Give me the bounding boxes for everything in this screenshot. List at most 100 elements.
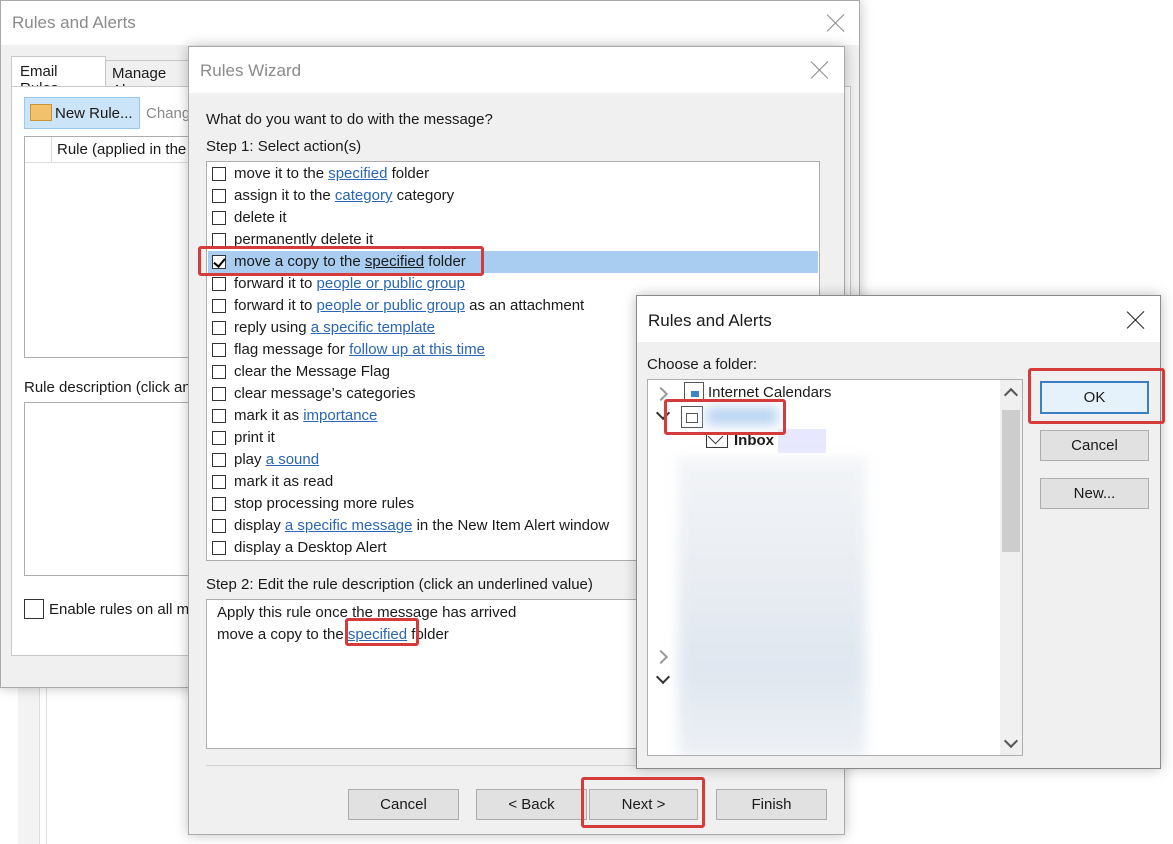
action-checkbox[interactable] [212, 233, 226, 247]
tab-manage-alerts[interactable]: Manage Ale [105, 60, 195, 99]
close-icon[interactable] [826, 13, 846, 33]
action-checkbox[interactable] [212, 541, 226, 555]
action-link[interactable]: specified [365, 253, 424, 270]
action-label: clear the Message Flag [234, 363, 390, 380]
action-checkbox[interactable] [212, 211, 226, 225]
specified-folder-link[interactable]: specified [348, 626, 407, 643]
action-checkbox[interactable] [212, 299, 226, 313]
action-label: stop processing more rules [234, 495, 415, 512]
new-rule-label: New Rule... [55, 105, 133, 122]
action-row[interactable]: assign it to the category category [208, 185, 818, 207]
folder-dialog-title: Rules and Alerts [648, 311, 772, 330]
action-link[interactable]: a specific message [285, 517, 413, 534]
action-link[interactable]: follow up at this time [349, 341, 485, 358]
scroll-thumb[interactable] [1002, 410, 1020, 552]
action-label: assign it to the category category [234, 187, 455, 204]
action-row[interactable]: move it to the specified folder [208, 163, 818, 185]
tree-expand-icon[interactable] [653, 649, 669, 665]
background-page-edge [18, 688, 40, 844]
rule-description-box [24, 402, 194, 576]
action-row[interactable]: move a copy to the specified folder [208, 251, 818, 273]
action-checkbox[interactable] [212, 497, 226, 511]
action-label: move it to the specified folder [234, 165, 430, 182]
action-link[interactable]: people or public group [317, 275, 465, 292]
tree-item-inbox[interactable]: Inbox [734, 432, 774, 449]
mailbox-icon [681, 406, 703, 428]
rules-list[interactable]: Rule (applied in the [24, 136, 194, 358]
tree-item-internet-calendars[interactable]: Internet Calendars [708, 384, 831, 401]
tree-collapse-icon[interactable] [655, 669, 671, 685]
action-label: reply using a specific template [234, 319, 435, 336]
step2-label: Step 2: Edit the rule description (click… [206, 576, 593, 593]
action-link[interactable]: a specific template [311, 319, 435, 336]
scroll-up-icon[interactable] [1003, 387, 1019, 403]
change-rule-button[interactable]: Chang [146, 105, 190, 122]
action-checkbox[interactable] [212, 255, 226, 269]
action-checkbox[interactable] [212, 321, 226, 335]
close-icon[interactable] [810, 60, 830, 80]
action-row[interactable]: delete it [208, 207, 818, 229]
action-label: forward it to people or public group as … [234, 297, 585, 314]
action-checkbox[interactable] [212, 343, 226, 357]
action-link[interactable]: a sound [266, 451, 319, 468]
action-checkbox[interactable] [212, 277, 226, 291]
action-label: mark it as importance [234, 407, 378, 424]
action-label: permanently delete it [234, 231, 374, 248]
calendar-icon [684, 382, 704, 400]
background-page-line [46, 688, 47, 844]
action-label: display a specific message in the New It… [234, 517, 610, 534]
action-checkbox[interactable] [212, 365, 226, 379]
folder-tree[interactable]: Internet Calendars Inbox [647, 379, 1023, 756]
enable-rules-checkbox[interactable] [24, 599, 44, 619]
dialog-title: Rules and Alerts [12, 13, 136, 32]
desc-line-2: move a copy to the specified folder [217, 626, 449, 643]
action-checkbox[interactable] [212, 475, 226, 489]
action-label: flag message for follow up at this time [234, 341, 485, 358]
desc-line-1: Apply this rule once the message has arr… [217, 604, 517, 621]
new-rule-button[interactable]: New Rule... [24, 97, 140, 129]
blurred-folder-list [678, 458, 866, 755]
new-folder-button[interactable]: New... [1040, 478, 1149, 509]
scroll-down-icon[interactable] [1003, 733, 1019, 749]
rule-column-header: Rule (applied in the [57, 141, 187, 158]
action-row[interactable]: permanently delete it [208, 229, 818, 251]
back-button[interactable]: < Back [476, 789, 587, 820]
wizard-title: Rules Wizard [200, 61, 302, 80]
titlebar: Rules and Alerts [1, 1, 859, 45]
next-button[interactable]: Next > [589, 789, 698, 820]
tree-item-account[interactable] [706, 407, 778, 425]
action-link[interactable]: importance [303, 407, 377, 424]
cancel-button[interactable]: Cancel [348, 789, 459, 820]
action-checkbox[interactable] [212, 189, 226, 203]
close-icon[interactable] [1126, 310, 1146, 330]
action-label: play a sound [234, 451, 320, 468]
tree-scrollbar[interactable] [1000, 380, 1022, 755]
choose-folder-dialog: Rules and Alerts Choose a folder: Intern… [636, 295, 1161, 769]
action-label: move a copy to the specified folder [234, 253, 466, 270]
wizard-question: What do you want to do with the message? [206, 111, 493, 128]
cancel-button[interactable]: Cancel [1040, 430, 1149, 461]
inbox-count-badge [778, 429, 826, 453]
action-checkbox[interactable] [212, 453, 226, 467]
action-label: mark it as read [234, 473, 334, 490]
tree-collapse-icon[interactable] [655, 405, 671, 421]
action-row[interactable]: forward it to people or public group [208, 273, 818, 295]
titlebar: Rules and Alerts [637, 296, 1160, 342]
tree-expand-icon[interactable] [653, 386, 669, 402]
action-checkbox[interactable] [212, 519, 226, 533]
ok-button[interactable]: OK [1040, 381, 1149, 414]
choose-folder-label: Choose a folder: [647, 356, 758, 373]
action-checkbox[interactable] [212, 431, 226, 445]
action-checkbox[interactable] [212, 387, 226, 401]
rules-list-header: Rule (applied in the [25, 137, 193, 163]
enable-rules-label: Enable rules on all m [49, 601, 190, 618]
action-link[interactable]: people or public group [317, 297, 465, 314]
rule-description-label: Rule description (click an [24, 379, 191, 396]
tab-email-rules[interactable]: Email Rules [11, 56, 106, 97]
finish-button[interactable]: Finish [716, 789, 827, 820]
action-checkbox[interactable] [212, 167, 226, 181]
action-link[interactable]: category [335, 187, 393, 204]
inbox-icon [706, 428, 728, 448]
action-link[interactable]: specified [328, 165, 387, 182]
action-checkbox[interactable] [212, 409, 226, 423]
